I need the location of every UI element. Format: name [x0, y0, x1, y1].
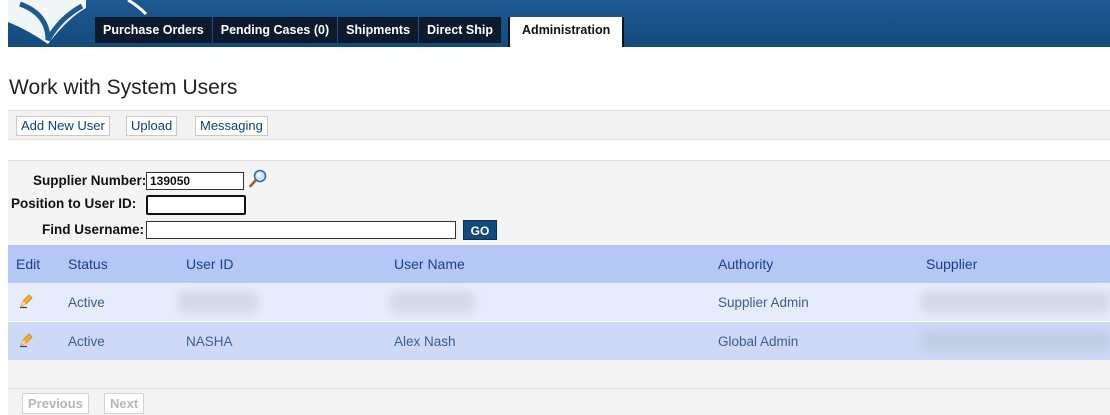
authority-cell: Supplier Admin: [718, 295, 809, 310]
page-title: Work with System Users: [9, 76, 238, 99]
top-nav-bar: Purchase Orders Pending Cases (0) Shipme…: [8, 0, 1110, 47]
upload-button[interactable]: Upload: [126, 116, 178, 136]
table-header: Edit Status User ID User Name Authority …: [8, 245, 1110, 283]
next-button[interactable]: Next: [104, 393, 145, 414]
redacted-supplier: [920, 330, 1110, 352]
user-name-cell: Alex Nash: [394, 334, 456, 349]
status-cell: Active: [68, 334, 105, 349]
user-id-cell: NASHA: [186, 334, 233, 349]
redacted-user-name: [390, 291, 475, 313]
status-cell: Active: [68, 295, 105, 310]
tab-administration[interactable]: Administration: [508, 17, 625, 47]
redacted-supplier: [920, 291, 1110, 313]
users-table: Edit Status User ID User Name Authority …: [8, 245, 1110, 360]
tab-purchase-orders[interactable]: Purchase Orders: [95, 17, 212, 43]
add-new-user-button[interactable]: Add New User: [16, 116, 110, 136]
pencil-icon[interactable]: [18, 332, 34, 348]
find-username-label: Find Username:: [42, 222, 145, 237]
messaging-button[interactable]: Messaging: [195, 116, 268, 136]
action-toolbar: Add New User Upload Messaging: [8, 110, 1110, 140]
position-user-id-input[interactable]: [146, 195, 246, 215]
header-authority[interactable]: Authority: [718, 256, 773, 272]
header-user-name[interactable]: User Name: [394, 256, 465, 272]
header-edit[interactable]: Edit: [16, 256, 40, 272]
pager: Previous Next: [8, 388, 1110, 415]
tab-direct-ship[interactable]: Direct Ship: [419, 17, 502, 43]
tab-pending-cases[interactable]: Pending Cases (0): [212, 17, 338, 43]
position-user-id-label: Position to User ID:: [11, 196, 137, 211]
redacted-user-id: [178, 291, 258, 313]
previous-button[interactable]: Previous: [22, 393, 89, 414]
main-tabs: Purchase Orders Pending Cases (0) Shipme…: [95, 17, 625, 47]
go-button[interactable]: GO: [463, 220, 497, 240]
table-row: Active Supplier Admin: [8, 283, 1110, 322]
find-username-input[interactable]: [146, 221, 456, 239]
supplier-number-label: Supplier Number:: [33, 173, 147, 188]
tab-shipments[interactable]: Shipments: [338, 17, 419, 43]
pencil-icon[interactable]: [18, 293, 34, 309]
table-row: Active NASHA Alex Nash Global Admin: [8, 322, 1110, 360]
supplier-number-input[interactable]: [146, 172, 244, 190]
header-status[interactable]: Status: [68, 256, 108, 272]
authority-cell: Global Admin: [718, 334, 799, 349]
header-supplier[interactable]: Supplier: [926, 256, 977, 272]
magnifier-icon[interactable]: [248, 169, 268, 189]
header-user-id[interactable]: User ID: [186, 256, 233, 272]
